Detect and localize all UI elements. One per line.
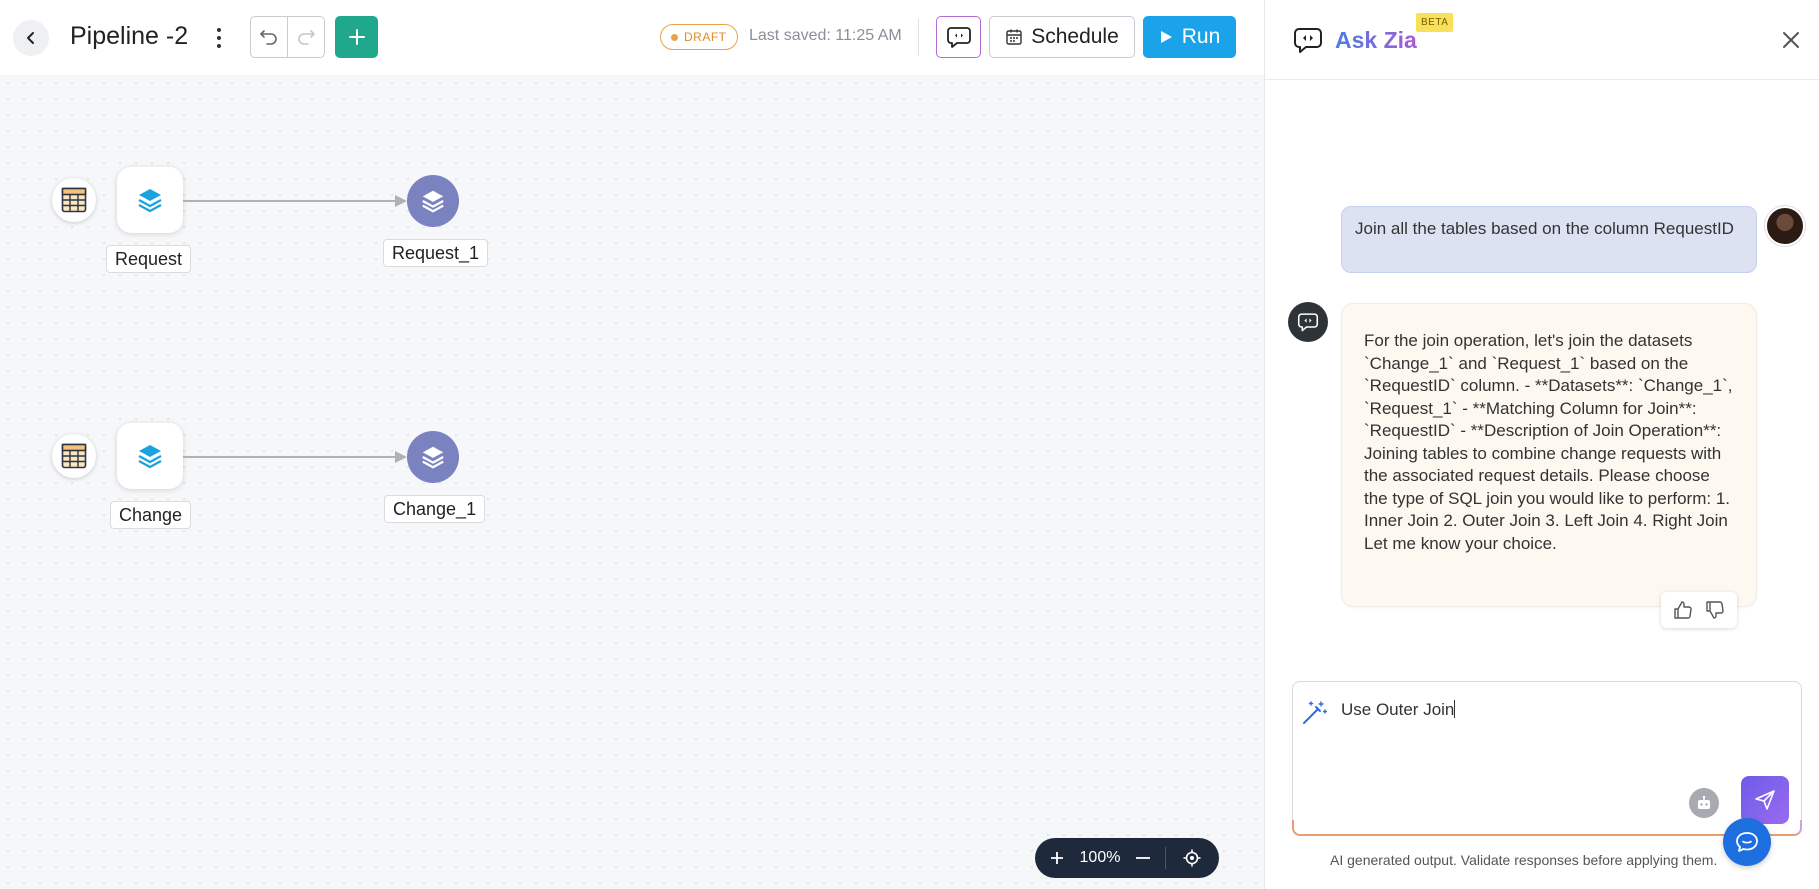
more-icon [217, 28, 221, 32]
dataset-label-request: Request [106, 245, 192, 273]
back-icon [27, 32, 34, 44]
undo-button[interactable] [251, 17, 287, 57]
user-message: Join all the tables based on the column … [1341, 206, 1757, 273]
robot-icon [1698, 795, 1710, 809]
redo-button[interactable] [287, 17, 324, 57]
stage-label-request-1: Request_1 [383, 239, 489, 267]
redo-icon [298, 30, 315, 45]
zoom-level: 100% [1079, 849, 1121, 866]
chat-support-button[interactable] [1723, 818, 1771, 866]
thumbs-down-button[interactable] [1705, 600, 1725, 620]
zoom-control: 100% [1035, 838, 1219, 878]
zoom-out-button[interactable] [1121, 856, 1165, 860]
close-icon[interactable] [1779, 28, 1803, 52]
connector-row-2 [183, 451, 407, 463]
panel-title: Ask Zia [1335, 27, 1417, 53]
table-icon [61, 187, 87, 213]
source-table-icon-change[interactable] [52, 434, 96, 478]
stage-node-request-1[interactable] [407, 175, 459, 227]
layers-icon [422, 446, 444, 469]
layers-icon [422, 190, 444, 213]
status-dot [671, 33, 678, 41]
undo-redo-group [250, 16, 325, 58]
stage-label-change-1: Change_1 [384, 495, 486, 523]
recenter-button[interactable] [1166, 849, 1218, 867]
undo-icon [260, 30, 277, 45]
panel-header: Ask Zia BETA [1265, 0, 1819, 80]
zia-logo-icon [1294, 28, 1322, 53]
stage-node-change-1[interactable] [407, 431, 459, 483]
thumbs-down-icon [1706, 601, 1724, 619]
toolbar-divider [918, 18, 919, 56]
schedule-label: Schedule [1031, 25, 1119, 48]
avatar [1765, 206, 1805, 246]
run-button[interactable]: Run [1143, 16, 1236, 58]
top-bar: Pipeline -2 DRAFT Last saved: 11:25 AM S… [0, 0, 1264, 75]
chat-icon [1736, 832, 1758, 852]
status-badge-label: DRAFT [684, 30, 727, 44]
bot-avatar [1288, 302, 1328, 342]
plus-icon [348, 29, 365, 45]
dataset-node-request[interactable] [117, 167, 183, 233]
source-table-icon-request[interactable] [52, 178, 96, 222]
ai-disclaimer: AI generated output. Validate responses … [1330, 852, 1718, 868]
dataset-label-change: Change [110, 501, 192, 529]
layers-icon [138, 189, 162, 213]
add-stage-button[interactable] [335, 16, 378, 58]
chat-input-value: Use Outer Join [1341, 700, 1455, 719]
last-saved-text: Last saved: 11:25 AM [749, 27, 902, 44]
feedback-bar [1661, 592, 1737, 628]
send-icon [1755, 790, 1775, 810]
thumbs-up-button[interactable] [1673, 600, 1693, 620]
ask-zia-button[interactable] [936, 16, 981, 58]
text-caret [1454, 700, 1456, 718]
zoom-in-icon [1051, 852, 1063, 864]
beta-badge: BETA [1416, 13, 1454, 32]
chat-input[interactable]: Use Outer Join [1341, 700, 1781, 720]
status-badge: DRAFT [660, 24, 738, 50]
bot-message: For the join operation, let's join the d… [1341, 303, 1757, 607]
play-icon [1160, 31, 1172, 43]
ask-zia-panel: Ask Zia BETA Join all the tables based o… [1265, 0, 1819, 889]
agent-button[interactable] [1689, 788, 1719, 818]
thumbs-up-icon [1674, 601, 1692, 619]
schedule-button[interactable]: Schedule [989, 16, 1135, 58]
dataset-node-change[interactable] [117, 423, 183, 489]
calendar-icon [1006, 29, 1022, 45]
layers-icon [138, 445, 162, 469]
more-options-button[interactable] [210, 24, 228, 52]
run-label: Run [1181, 25, 1221, 48]
magic-wand-icon [1303, 701, 1327, 724]
send-button[interactable] [1741, 776, 1789, 824]
zia-icon [946, 27, 971, 48]
connector-row-1 [183, 195, 407, 207]
recenter-icon [1183, 849, 1201, 867]
zia-icon [1297, 313, 1319, 332]
table-icon [61, 443, 87, 469]
zoom-out-icon [1136, 857, 1150, 859]
back-button[interactable] [13, 20, 49, 56]
zoom-in-button[interactable] [1035, 851, 1079, 865]
pipeline-title: Pipeline -2 [70, 22, 189, 50]
